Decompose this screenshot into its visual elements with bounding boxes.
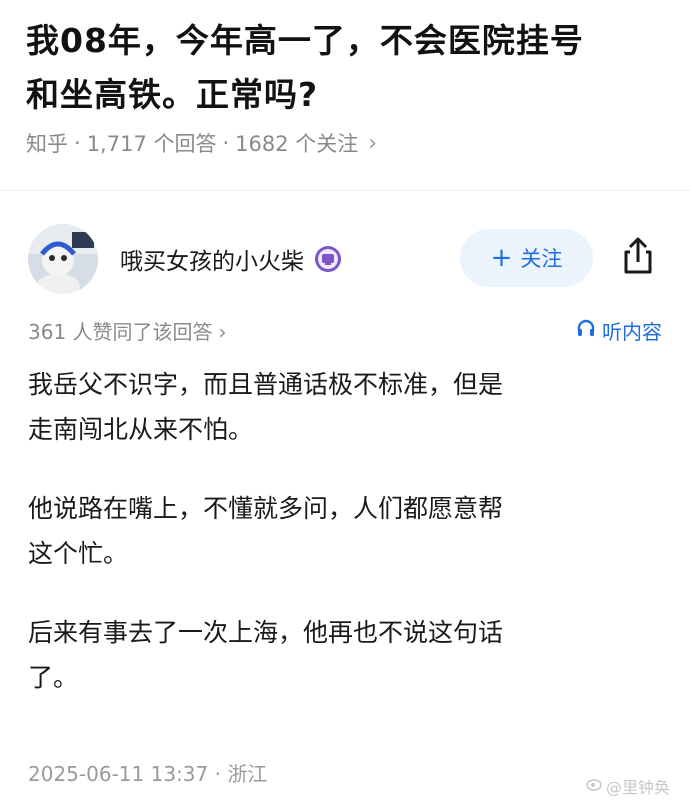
paragraph-line: 走南闯北从来不怕。 xyxy=(28,415,254,444)
author-name[interactable]: 哦买女孩的小火柴 xyxy=(120,242,304,276)
question-header: 我08年，今年高一了，不会医院挂号 和坐高铁。正常吗? 知乎 · 1,717 个… xyxy=(26,14,666,158)
paragraph-line: 了。 xyxy=(28,663,79,692)
paragraph-line: 我岳父不识字，而且普通话极不标准，但是 xyxy=(28,370,504,399)
watermark-text: @里钟奂 xyxy=(606,778,671,797)
answer-paragraph: 后来有事去了一次上海，他再也不说这句话 了。 xyxy=(28,610,668,700)
meta-separator: · xyxy=(222,131,230,155)
answer-footer: 2025-06-11 13:37 · 浙江 xyxy=(28,758,267,787)
paragraph-line: 这个忙。 xyxy=(28,539,129,568)
answer-date: 2025-06-11 13:37 xyxy=(28,762,209,786)
question-title[interactable]: 我08年，今年高一了，不会医院挂号 和坐高铁。正常吗? xyxy=(26,14,666,122)
listen-label: 听内容 xyxy=(602,320,662,344)
question-title-line2: 和坐高铁。正常吗? xyxy=(26,75,319,114)
answer-meta-row: 361 人赞同了该回答 › 听内容 xyxy=(28,316,662,345)
question-title-line1: 我08年，今年高一了，不会医院挂号 xyxy=(26,21,584,60)
chevron-right-icon: › xyxy=(368,130,378,156)
chevron-right-icon: › xyxy=(218,320,227,344)
answer-paragraph: 我岳父不识字，而且普通话极不标准，但是 走南闯北从来不怕。 xyxy=(28,362,668,452)
paragraph-line: 他说路在嘴上，不懂就多问，人们都愿意帮 xyxy=(28,494,504,523)
listen-button[interactable]: 听内容 xyxy=(576,316,662,345)
creator-badge-icon xyxy=(314,245,342,273)
likes-text: 361 人赞同了该回答 xyxy=(28,320,213,344)
follow-label: 关注 xyxy=(520,247,563,271)
author-row: 哦买女孩的小火柴 + 关注 xyxy=(28,224,668,294)
meta-separator: · xyxy=(74,131,81,155)
follow-count: 1682 个关注 xyxy=(235,132,359,156)
source-label: 知乎 xyxy=(26,132,68,156)
paragraph-line: 后来有事去了一次上海，他再也不说这句话 xyxy=(28,618,504,647)
divider xyxy=(0,190,690,191)
weibo-icon xyxy=(586,776,602,796)
likes-summary[interactable]: 361 人赞同了该回答 › xyxy=(28,316,227,345)
watermark: @里钟奂 xyxy=(586,774,670,798)
meta-separator: · xyxy=(214,762,221,786)
headphones-icon xyxy=(576,318,596,343)
answer-count: 1,717 个回答 xyxy=(86,132,217,156)
question-meta[interactable]: 知乎 · 1,717 个回答 · 1682 个关注 › xyxy=(26,128,666,158)
answer-paragraph: 他说路在嘴上，不懂就多问，人们都愿意帮 这个忙。 xyxy=(28,486,668,576)
answer-content: 我岳父不识字，而且普通话极不标准，但是 走南闯北从来不怕。 他说路在嘴上，不懂就… xyxy=(28,362,668,734)
avatar[interactable] xyxy=(28,224,98,294)
answer-location: 浙江 xyxy=(227,762,268,786)
share-icon[interactable] xyxy=(616,234,660,278)
follow-button[interactable]: + 关注 xyxy=(460,229,593,287)
plus-icon: + xyxy=(490,243,513,273)
